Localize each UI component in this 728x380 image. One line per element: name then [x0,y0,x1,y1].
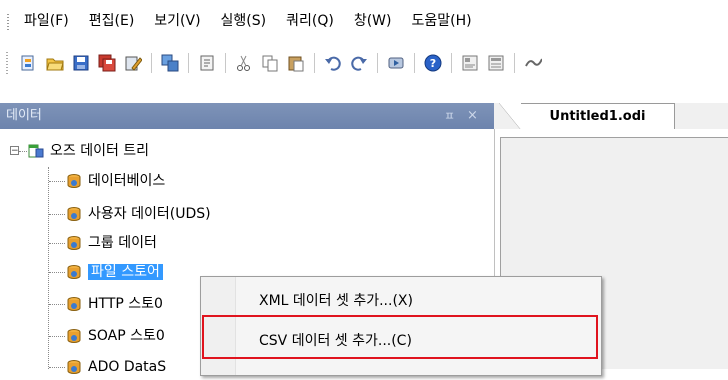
link-icon[interactable] [524,54,542,72]
tree-item-http-store[interactable]: HTTP 스토0 [66,291,163,317]
tree-connector [49,304,65,305]
menu-query[interactable]: 쿼리(Q) [276,0,344,43]
database-icon [66,359,82,375]
database-icon [66,206,82,222]
toolbar-separator [151,53,152,73]
run-icon[interactable] [387,54,405,72]
toolbar-separator [377,53,378,73]
menubar-grip[interactable] [0,0,14,43]
tree-item-file-store[interactable]: 파일 스토어 [66,259,163,285]
tree-item-label: HTTP 스토0 [88,296,163,312]
tree-connector [49,367,65,368]
svg-text:?: ? [430,57,436,70]
tree-connector [49,272,65,273]
database-icon [66,264,82,280]
database-icon [66,173,82,189]
toolbar-separator [188,53,189,73]
toolbar-separator [414,53,415,73]
tree-item-soap-store[interactable]: SOAP 스토0 [66,323,165,349]
copy-icon[interactable] [261,54,279,72]
save-all-icon[interactable] [98,54,116,72]
menu-run[interactable]: 실행(S) [211,0,277,43]
tree-item-ado-datastore[interactable]: ADO DataS [66,354,166,380]
edit-icon[interactable] [124,54,142,72]
oz-tree-icon [28,143,44,159]
tree-connector [49,214,65,215]
menu-file[interactable]: 파일(F) [14,0,79,43]
close-icon[interactable]: × [467,103,478,129]
tree-item-group-data[interactable]: 그룹 데이터 [66,230,157,256]
menu-edit[interactable]: 편집(E) [79,0,145,43]
tree-connector-vertical [48,167,49,369]
collapse-toggle[interactable]: − [10,146,19,156]
help-icon[interactable]: ? [424,54,442,72]
paste-icon[interactable] [287,54,305,72]
tree-item-uds[interactable]: 사용자 데이터(UDS) [66,201,211,227]
tree-root[interactable]: 오즈 데이터 트리 [28,138,149,164]
database-icon [66,296,82,312]
undo-icon[interactable] [324,54,342,72]
report-icon[interactable] [461,54,479,72]
tree-connector [49,181,65,182]
menu-item-add-xml-dataset[interactable]: XML 데이터 셋 추가...(X) [259,290,413,310]
tree-root-label: 오즈 데이터 트리 [50,143,150,159]
menu-view[interactable]: 보기(V) [144,0,210,43]
tree-item-label: 그룹 데이터 [88,235,157,251]
database-icon [66,235,82,251]
tree-item-label: 데이터베이스 [88,173,166,189]
tree-item-label: SOAP 스토0 [88,328,165,344]
toolbar: ? [0,43,728,83]
tree-connector [19,151,27,152]
tree-item-database[interactable]: 데이터베이스 [66,168,165,194]
toolbar-grip[interactable] [6,52,8,74]
pin-icon[interactable]: ㅍ [444,103,455,129]
cut-icon[interactable] [235,54,253,72]
tab-untitled1[interactable]: Untitled1.odi [499,103,675,130]
highlight-box [202,315,598,359]
menu-window[interactable]: 창(W) [344,0,402,43]
toolbar-separator [451,53,452,73]
panel-title: 데이터 [6,108,42,123]
tree-item-label-selected: 파일 스토어 [88,264,163,280]
database-icon [66,328,82,344]
tree-item-label: 사용자 데이터(UDS) [88,206,211,222]
toolbar-separator [225,53,226,73]
window-icon[interactable] [161,54,179,72]
save-icon[interactable] [72,54,90,72]
tree-connector [49,243,65,244]
report2-icon[interactable] [487,54,505,72]
redo-icon[interactable] [350,54,368,72]
tree-connector [49,336,65,337]
toolbar-separator [514,53,515,73]
tree-item-label: ADO DataS [88,359,167,375]
properties-icon[interactable] [198,54,216,72]
new-icon[interactable] [20,54,38,72]
open-icon[interactable] [46,54,64,72]
toolbar-separator [314,53,315,73]
menu-bar: 파일(F) 편집(E) 보기(V) 실행(S) 쿼리(Q) 창(W) 도움말(H… [0,0,728,43]
menu-help[interactable]: 도움말(H) [402,0,482,43]
data-panel-header: 데이터 ㅍ × [0,103,494,129]
